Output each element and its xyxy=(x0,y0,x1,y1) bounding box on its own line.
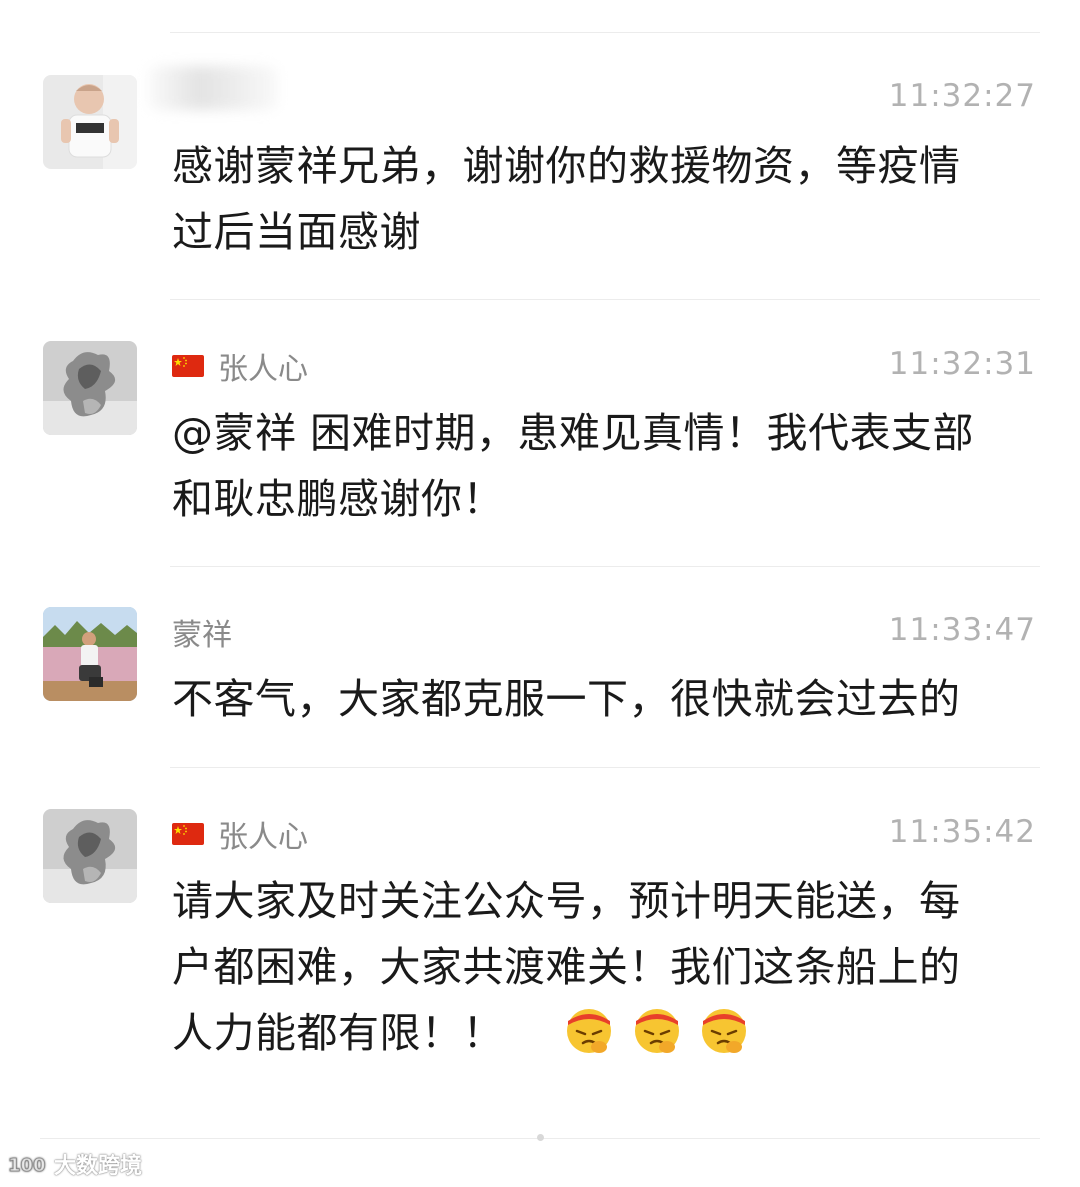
message-time: 11:32:31 xyxy=(888,346,1036,382)
china-flag-icon xyxy=(172,823,204,845)
avatar[interactable] xyxy=(43,607,137,701)
separator xyxy=(170,299,1040,300)
facepalm-headband-emoji-icon xyxy=(634,1009,679,1053)
message-text: 不客气，大家都克服一下，很快就会过去的 xyxy=(172,675,961,723)
message-time: 11:35:42 xyxy=(888,814,1036,850)
message-text: 请大家及时关注公众号，预计明天能送，每 户都困难，大家共渡难关！我们这条船上的 … xyxy=(172,877,961,1057)
sender-name[interactable]: 张人心 xyxy=(218,812,308,856)
separator xyxy=(170,32,1040,33)
message-text: @蒙祥 困难时期，患难见真情！我代表支部 和耿忠鹏感谢你！ xyxy=(172,409,975,523)
sender-name[interactable]: 张人心 xyxy=(218,344,308,388)
message-text: 感谢蒙祥兄弟，谢谢你的救援物资，等疫情 过后当面感谢 xyxy=(172,142,961,256)
facepalm-headband-emoji-icon xyxy=(702,1009,747,1053)
message-time: 11:33:47 xyxy=(888,612,1036,648)
page-indicator-dot xyxy=(537,1134,544,1141)
avatar[interactable] xyxy=(43,809,137,903)
blurred-sender-name xyxy=(148,66,278,110)
sender-name[interactable]: 蒙祥 xyxy=(172,610,232,654)
facepalm-headband-emoji-icon xyxy=(567,1009,612,1053)
watermark-logo-icon: 100 xyxy=(8,1155,46,1176)
avatar[interactable] xyxy=(43,75,137,169)
svg-text:100: 100 xyxy=(8,1155,46,1176)
separator xyxy=(170,566,1040,567)
watermark: 100 大数跨境 xyxy=(8,1154,143,1179)
message-time: 11:32:27 xyxy=(888,78,1036,114)
separator xyxy=(170,767,1040,768)
avatar[interactable] xyxy=(43,341,137,435)
sender-row: 张人心 xyxy=(172,342,308,390)
sender-row: 蒙祥 xyxy=(172,608,232,656)
sender-row: 张人心 xyxy=(172,810,308,858)
china-flag-icon xyxy=(172,355,204,377)
